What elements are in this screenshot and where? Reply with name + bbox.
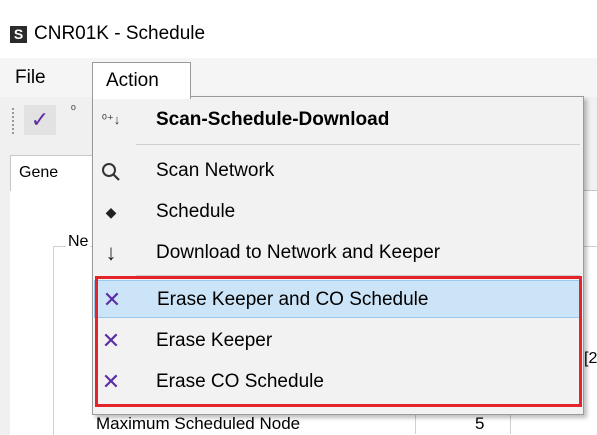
- title-bar: S CNR01K - Schedule: [0, 0, 597, 58]
- x-icon: ✕: [101, 369, 121, 394]
- menu-item-label: Erase Keeper and CO Schedule: [157, 289, 429, 310]
- app-icon: S: [10, 26, 27, 43]
- max-scheduled-node-value[interactable]: 5: [475, 414, 484, 434]
- menu-item-label: Erase CO Schedule: [156, 371, 324, 392]
- check-icon[interactable]: ✓: [24, 105, 56, 135]
- tab-general[interactable]: Gene: [10, 155, 98, 191]
- menu-separator: [136, 275, 580, 276]
- tab-general-label: Gene: [19, 164, 59, 181]
- menu-item-erase-keeper-co-schedule[interactable]: ✕ Erase Keeper and CO Schedule: [94, 280, 582, 318]
- menu-item-scan-network[interactable]: Scan Network: [94, 152, 582, 190]
- max-scheduled-node-label: Maximum Scheduled Node: [96, 414, 301, 433]
- toolbar-grip[interactable]: [12, 108, 17, 134]
- x-icon: ✕: [101, 328, 121, 353]
- menu-action-label: Action: [106, 70, 159, 91]
- window-title: CNR01K - Schedule: [34, 23, 206, 44]
- menu-item-label: Download to Network and Keeper: [156, 242, 441, 263]
- menu-separator: [136, 144, 580, 145]
- menu-item-label: Erase Keeper: [156, 330, 273, 351]
- partial-value-text: [2: [584, 350, 597, 367]
- menu-item-schedule[interactable]: ◆ Schedule: [94, 193, 582, 231]
- menu-item-scan-schedule-download[interactable]: ⁰⁺↓ Scan-Schedule-Download: [94, 101, 582, 139]
- network-group-label: Ne: [66, 233, 91, 251]
- menu-action[interactable]: Action: [92, 62, 191, 99]
- x-icon: ✕: [102, 287, 122, 312]
- toolbar-partial-icon: º: [71, 102, 76, 117]
- down-arrow-icon: ↓: [105, 240, 117, 265]
- menu-item-label: Schedule: [156, 201, 236, 222]
- menu-item-erase-co-schedule[interactable]: ✕ Erase CO Schedule: [94, 363, 582, 401]
- menu-item-label: Scan-Schedule-Download: [156, 109, 390, 130]
- diamond-icon: ◆: [105, 204, 117, 220]
- menu-file[interactable]: File: [15, 66, 46, 90]
- menu-item-download-network-keeper[interactable]: ↓ Download to Network and Keeper: [94, 234, 582, 272]
- menu-item-erase-keeper[interactable]: ✕ Erase Keeper: [94, 322, 582, 360]
- scan-schedule-download-icon: ⁰⁺↓: [101, 112, 121, 127]
- magnifier-icon: [96, 152, 126, 190]
- menu-item-label: Scan Network: [156, 160, 275, 181]
- menu-bar: File: [0, 58, 597, 97]
- action-dropdown-menu: ⁰⁺↓ Scan-Schedule-Download Scan Network …: [92, 96, 584, 415]
